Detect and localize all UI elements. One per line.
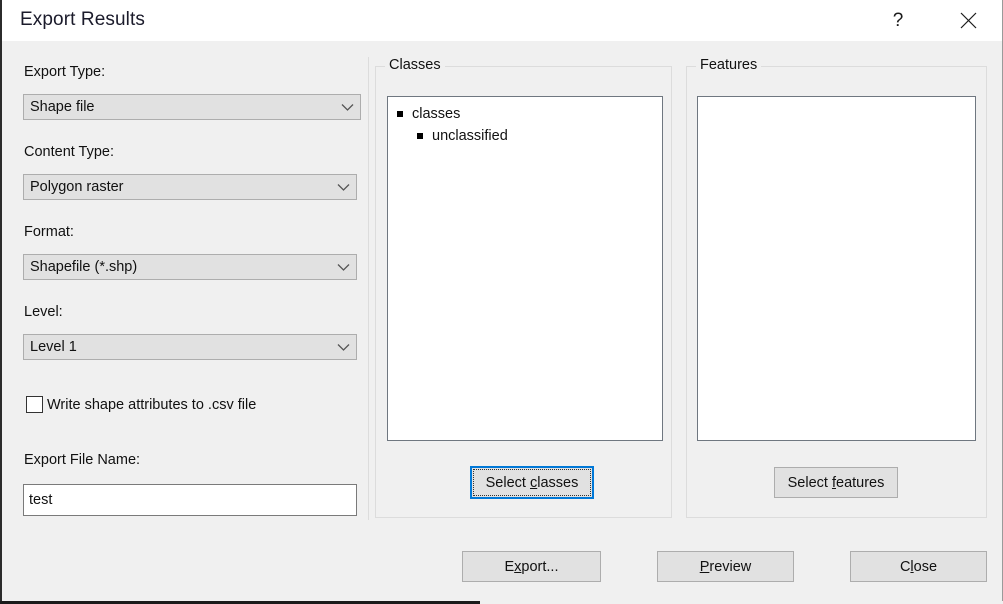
close-dialog-button[interactable]: Close <box>850 551 987 582</box>
tree-item-classes[interactable]: classes <box>388 97 662 125</box>
select-classes-button[interactable]: Select classes <box>470 466 594 499</box>
export-type-value: Shape file <box>30 99 95 115</box>
tree-item-label: classes <box>412 106 461 122</box>
export-file-name-label: Export File Name: <box>24 452 141 468</box>
bullet-icon <box>397 111 403 117</box>
export-results-dialog: Export Results ? Export Type: Shape file… <box>0 0 1003 601</box>
features-group-title: Features <box>696 57 762 73</box>
preview-button[interactable]: Preview <box>657 551 794 582</box>
features-listbox[interactable] <box>697 96 976 441</box>
content-type-dropdown[interactable]: Polygon raster <box>23 174 357 200</box>
column-divider <box>368 57 369 520</box>
export-type-label: Export Type: <box>24 64 106 80</box>
close-button-label: Close <box>899 558 938 575</box>
export-file-name-value: test <box>29 492 53 508</box>
classes-group-title: Classes <box>385 57 445 73</box>
classes-listbox[interactable]: classes unclassified <box>387 96 663 441</box>
close-button[interactable] <box>945 0 991 41</box>
bullet-icon <box>417 133 423 139</box>
chevron-down-icon <box>334 103 360 112</box>
chevron-down-icon <box>330 183 356 192</box>
export-button-label: Export... <box>504 558 559 575</box>
preview-button-label: Preview <box>699 558 752 575</box>
select-classes-label: Select classes <box>485 474 579 491</box>
export-type-dropdown[interactable]: Shape file <box>23 94 361 120</box>
content-type-value: Polygon raster <box>30 179 124 195</box>
write-csv-checkbox[interactable] <box>26 396 43 413</box>
screenshot-root: Export Results ? Export Type: Shape file… <box>0 0 1003 604</box>
content-type-label: Content Type: <box>24 144 115 160</box>
title-bar: Export Results ? <box>2 0 1002 41</box>
export-button[interactable]: Export... <box>462 551 601 582</box>
tree-item-label: unclassified <box>432 128 508 144</box>
write-csv-checkbox-row[interactable]: Write shape attributes to .csv file <box>26 396 256 413</box>
question-mark-icon: ? <box>892 10 904 31</box>
format-value: Shapefile (*.shp) <box>30 259 138 275</box>
format-dropdown[interactable]: Shapefile (*.shp) <box>23 254 357 280</box>
level-value: Level 1 <box>30 339 77 355</box>
chevron-down-icon <box>330 263 356 272</box>
format-label: Format: <box>24 224 74 240</box>
help-button[interactable]: ? <box>875 0 921 41</box>
level-dropdown[interactable]: Level 1 <box>23 334 357 360</box>
select-features-label: Select features <box>787 474 885 491</box>
chevron-down-icon <box>330 343 356 352</box>
level-label: Level: <box>24 304 63 320</box>
tree-item-unclassified[interactable]: unclassified <box>388 125 662 147</box>
close-icon <box>960 12 976 29</box>
export-file-name-input[interactable]: test <box>23 484 357 516</box>
write-csv-label: Write shape attributes to .csv file <box>47 396 257 413</box>
select-features-button[interactable]: Select features <box>774 467 898 498</box>
window-title: Export Results <box>20 9 145 30</box>
